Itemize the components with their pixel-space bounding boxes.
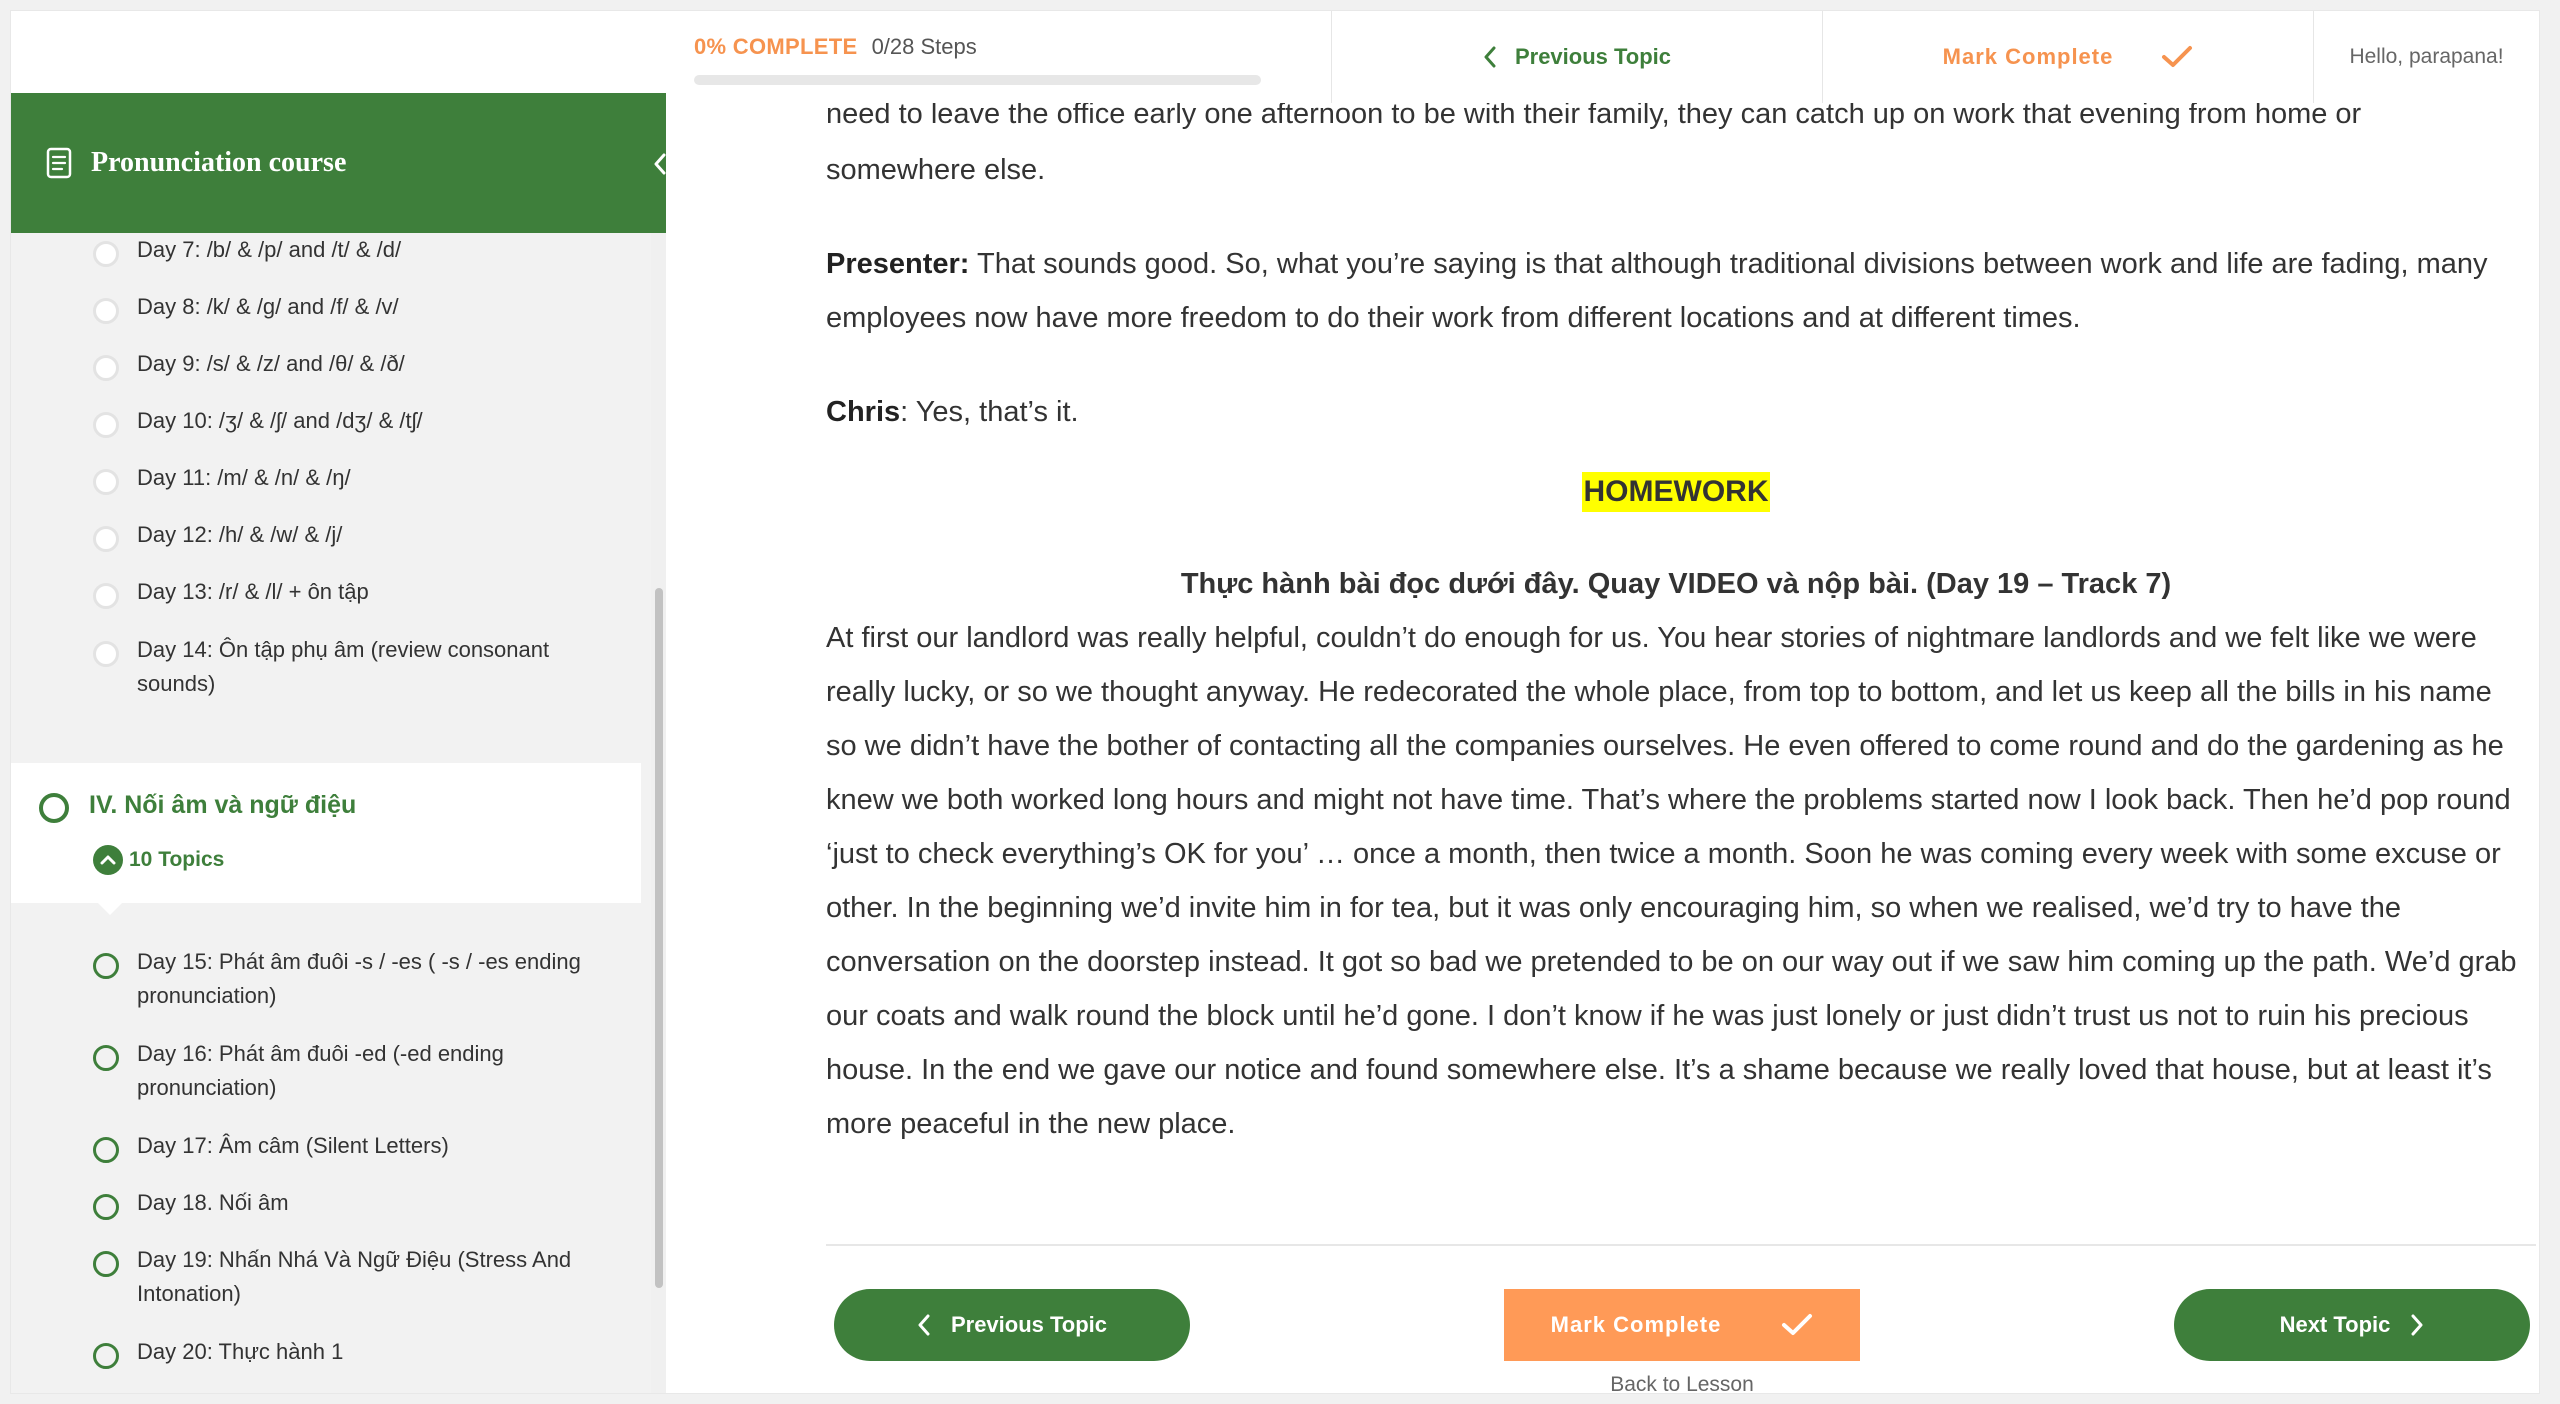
chris-text: : Yes, that’s it. xyxy=(900,396,1079,428)
check-icon xyxy=(1781,1313,1813,1337)
article-cut-line: need to leave the office early one after… xyxy=(826,103,2526,143)
topic-item[interactable]: Day 18. Nối âm xyxy=(11,1186,651,1220)
course-title: Pronunciation course xyxy=(91,147,347,178)
progress-steps: 0/28 Steps xyxy=(871,34,977,59)
section-status-circle xyxy=(39,793,69,823)
topic-status-circle xyxy=(93,412,119,438)
top-bar: 0% COMPLETE 0/28 Steps Previous Topic Ma… xyxy=(11,11,2539,104)
topic-label: Day 17: Âm câm (Silent Letters) xyxy=(137,1133,449,1158)
back-to-lesson-link[interactable]: Back to Lesson xyxy=(1526,1373,1838,1393)
topic-label: Day 12: /h/ & /w/ & /j/ xyxy=(137,522,343,547)
section-notch xyxy=(96,901,124,915)
topic-label: Day 13: /r/ & /l/ + ôn tập xyxy=(137,579,369,604)
course-header: Pronunciation course xyxy=(11,93,666,233)
presenter-text: That sounds good. So, what you’re saying… xyxy=(826,248,2488,334)
article-cut-line-text: need to leave the office early one after… xyxy=(826,103,2362,130)
chevron-left-icon xyxy=(1483,46,1497,68)
topic-item[interactable]: Day 11: /m/ & /n/ & /ŋ/ xyxy=(11,461,651,495)
topic-item[interactable]: Day 16: Phát âm đuôi -ed (-ed ending pro… xyxy=(11,1037,651,1105)
content-divider xyxy=(826,1244,2536,1246)
homework-heading: HOMEWORK xyxy=(826,465,2526,519)
topic-label: Day 18. Nối âm xyxy=(137,1190,289,1215)
topic-status-circle xyxy=(93,641,119,667)
chris-name: Chris xyxy=(826,396,901,428)
topic-item[interactable]: Day 15: Phát âm đuôi -s / -es ( -s / -es… xyxy=(11,945,651,1013)
presenter-paragraph: Presenter: That sounds good. So, what yo… xyxy=(826,237,2526,345)
topic-status-circle xyxy=(93,1343,119,1369)
topic-status-circle xyxy=(93,953,119,979)
section-title[interactable]: IV. Nối âm và ngữ điệu xyxy=(89,791,356,820)
topic-item[interactable]: Day 20: Thực hành 1 xyxy=(11,1335,651,1369)
topic-status-circle xyxy=(93,298,119,324)
article-line: somewhere else. xyxy=(826,154,1046,186)
progress-bar xyxy=(694,75,1261,85)
topic-status-circle xyxy=(93,469,119,495)
mark-complete-label: Mark Complete xyxy=(1550,1312,1722,1337)
toggle-topics-button[interactable] xyxy=(93,845,123,875)
topic-status-circle xyxy=(93,1137,119,1163)
chris-paragraph: Chris: Yes, that’s it. xyxy=(826,385,2526,439)
topic-label: Day 8: /k/ & /g/ and /f/ & /v/ xyxy=(137,294,399,319)
topic-label: Day 20: Thực hành 1 xyxy=(137,1339,344,1364)
next-topic-button[interactable]: Next Topic xyxy=(2174,1289,2530,1361)
document-icon xyxy=(45,147,73,179)
chevron-left-icon xyxy=(653,153,667,175)
progress-percent: 0% COMPLETE xyxy=(694,34,858,59)
chevron-left-icon xyxy=(917,1314,931,1336)
top-previous-topic-label: Previous Topic xyxy=(1514,44,1672,69)
previous-topic-button[interactable]: Previous Topic xyxy=(834,1289,1190,1361)
progress-text: 0% COMPLETE 0/28 Steps xyxy=(694,33,1274,61)
course-progress: 0% COMPLETE 0/28 Steps xyxy=(694,33,1274,93)
topic-label: Day 15: Phát âm đuôi -s / -es ( -s / -es… xyxy=(137,949,581,1008)
next-topic-label: Next Topic xyxy=(2279,1312,2391,1337)
presenter-name: Presenter: xyxy=(826,248,970,280)
top-previous-topic-button[interactable]: Previous Topic xyxy=(1332,11,1822,103)
reading-passage: At first our landlord was really helpful… xyxy=(826,622,2517,1140)
topic-item[interactable]: Day 14: Ôn tập phụ âm (review consonant … xyxy=(11,633,651,701)
previous-topic-label: Previous Topic xyxy=(950,1312,1108,1337)
topic-label: Day 14: Ôn tập phụ âm (review consonant … xyxy=(137,637,550,696)
topic-item[interactable]: Day 13: /r/ & /l/ + ôn tập xyxy=(11,575,651,609)
topic-label: Day 9: /s/ & /z/ and /θ/ & /ð/ xyxy=(137,351,405,376)
main-content: need to leave the office early one after… xyxy=(666,103,2539,1393)
sidebar-topic-scroll[interactable]: Day 7: /b/ & /p/ and /t/ & /d/ Day 8: /k… xyxy=(11,233,651,1393)
topic-status-circle xyxy=(93,241,119,267)
topic-item[interactable]: Day 12: /h/ & /w/ & /j/ xyxy=(11,518,651,552)
topic-label: Day 11: /m/ & /n/ & /ŋ/ xyxy=(137,465,351,490)
homework-label: HOMEWORK xyxy=(1581,472,1771,512)
user-greeting[interactable]: Hello, parapana! xyxy=(2314,11,2539,103)
topics-count[interactable]: 10 Topics xyxy=(129,848,224,872)
topic-item[interactable]: Day 10: /ʒ/ & /ʃ/ and /dʒ/ & /tʃ/ xyxy=(11,404,651,438)
topic-status-circle xyxy=(93,583,119,609)
top-mark-complete-button[interactable]: Mark Complete xyxy=(1823,11,2313,103)
chevron-right-icon xyxy=(2410,1314,2424,1336)
top-mark-complete-label: Mark Complete xyxy=(1942,44,2114,69)
sidebar-scroll-thumb[interactable] xyxy=(655,588,663,1288)
section-card[interactable]: IV. Nối âm và ngữ điệu 10 Topics xyxy=(11,763,641,915)
topic-label: Day 19: Nhấn Nhá Và Ngữ Điệu (Stress And… xyxy=(137,1247,572,1306)
page-frame: 0% COMPLETE 0/28 Steps Previous Topic Ma… xyxy=(10,10,2540,1394)
topic-status-circle xyxy=(93,526,119,552)
topic-status-circle xyxy=(93,355,119,381)
sidebar: Pronunciation course Day 7: /b/ & /p/ an… xyxy=(11,93,681,1393)
topic-item[interactable]: Day 9: /s/ & /z/ and /θ/ & /ð/ xyxy=(11,347,651,381)
sidebar-scrollbar[interactable] xyxy=(651,233,666,1393)
topic-item[interactable]: Day 17: Âm câm (Silent Letters) xyxy=(11,1129,651,1163)
mark-complete-button[interactable]: Mark Complete xyxy=(1504,1289,1860,1361)
topic-item[interactable]: Day 8: /k/ & /g/ and /f/ & /v/ xyxy=(11,290,651,324)
lesson-article: need to leave the office early one after… xyxy=(826,103,2526,1151)
topic-label: Day 7: /b/ & /p/ and /t/ & /d/ xyxy=(137,237,402,262)
topic-status-circle xyxy=(93,1045,119,1071)
topic-item[interactable]: Day 7: /b/ & /p/ and /t/ & /d/ xyxy=(11,233,651,267)
homework-instruction: Thực hành bài đọc dưới đây. Quay VIDEO v… xyxy=(1180,568,2172,600)
topic-label: Day 16: Phát âm đuôi -ed (-ed ending pro… xyxy=(137,1041,504,1100)
chevron-up-icon xyxy=(100,855,116,865)
check-icon xyxy=(2161,45,2193,69)
topic-status-circle xyxy=(93,1194,119,1220)
topic-item[interactable]: Day 19: Nhấn Nhá Và Ngữ Điệu (Stress And… xyxy=(11,1243,651,1311)
topic-label: Day 10: /ʒ/ & /ʃ/ and /dʒ/ & /tʃ/ xyxy=(137,408,423,433)
topic-status-circle xyxy=(93,1251,119,1277)
